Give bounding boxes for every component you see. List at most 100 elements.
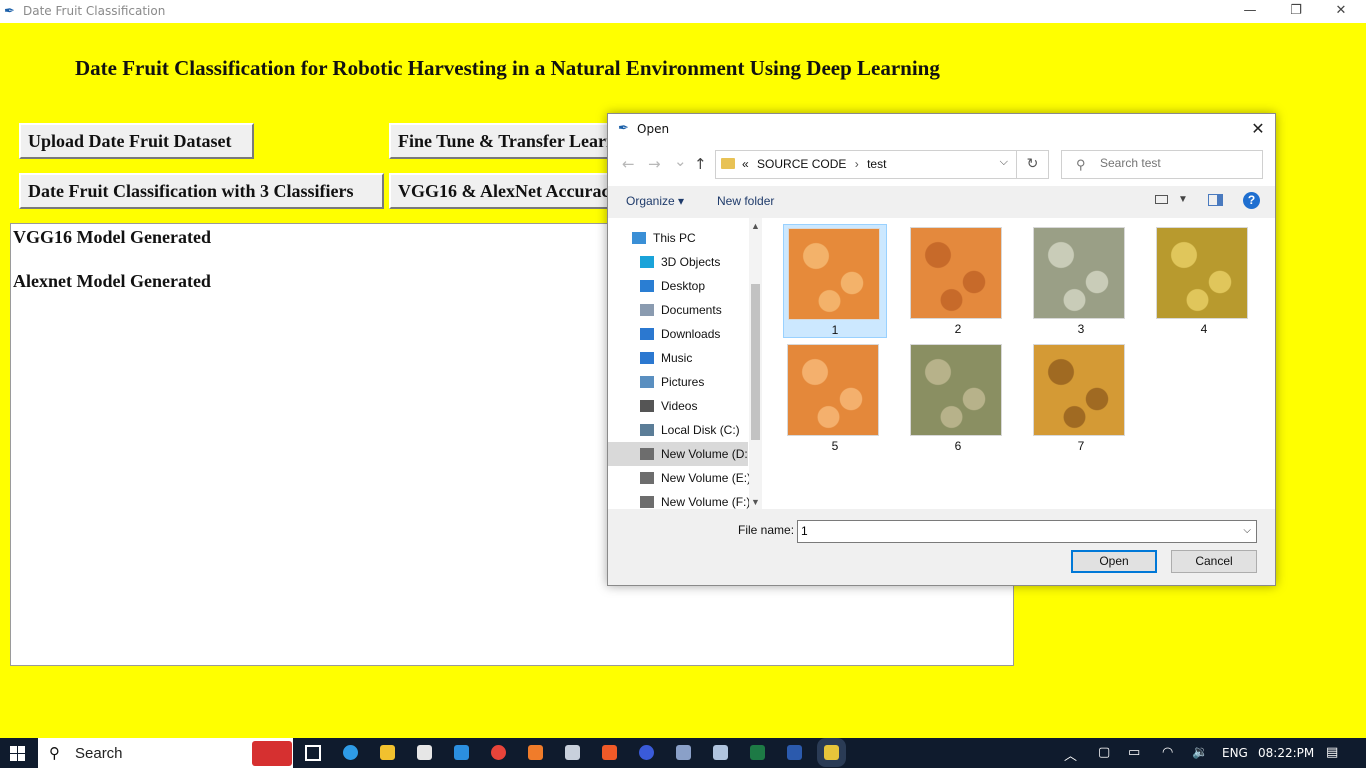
restore-button[interactable]: ❐ bbox=[1273, 0, 1319, 23]
date-fruit-image bbox=[910, 227, 1002, 319]
sidebar-item[interactable]: New Volume (F:) bbox=[608, 490, 750, 509]
chevron-down-icon[interactable]: ▼ bbox=[1178, 194, 1188, 205]
new-folder-button[interactable]: New folder bbox=[717, 194, 774, 208]
picture-icon bbox=[640, 376, 654, 388]
view-options-icon[interactable] bbox=[1155, 195, 1168, 204]
excel-icon[interactable] bbox=[750, 745, 765, 760]
navigation-pane: This PC 3D Objects Desktop Documents Downloa… bbox=[608, 218, 763, 509]
date-fruit-image bbox=[787, 344, 879, 436]
sidebar-item[interactable]: New Volume (D: bbox=[608, 442, 748, 466]
help-icon[interactable]: ? bbox=[1243, 192, 1260, 209]
sidebar-item[interactable]: Pictures bbox=[608, 370, 748, 394]
taskbar-search[interactable]: ⚲ Search bbox=[38, 738, 293, 768]
chevron-down-icon[interactable]: ⌵ bbox=[1243, 525, 1251, 536]
app-heading: Date Fruit Classification for Robotic Ha… bbox=[75, 56, 940, 80]
preview-pane-icon[interactable] bbox=[1208, 194, 1223, 206]
python-icon[interactable] bbox=[824, 745, 839, 760]
drive-icon bbox=[640, 472, 654, 484]
sidebar-item-label: Pictures bbox=[661, 375, 705, 389]
file-explorer-icon[interactable] bbox=[380, 745, 395, 760]
navigation-scrollbar[interactable]: ▲ ▼ bbox=[749, 218, 762, 509]
sidebar-item-label: 3D Objects bbox=[661, 255, 721, 269]
dialog-toolbar: Organize ▾ New folder ▼ ? bbox=[608, 186, 1275, 216]
vscode-icon[interactable] bbox=[454, 745, 469, 760]
desktop-icon bbox=[640, 280, 654, 292]
app-icon[interactable] bbox=[676, 745, 691, 760]
scroll-down-icon[interactable]: ▼ bbox=[751, 497, 760, 507]
tray-app-icon[interactable]: ▢ bbox=[1098, 745, 1110, 760]
dialog-close-button[interactable]: ✕ bbox=[1241, 114, 1275, 144]
sidebar-item-label: Desktop bbox=[661, 279, 706, 293]
date-fruit-image bbox=[1156, 227, 1248, 319]
app-icon[interactable] bbox=[565, 745, 580, 760]
sidebar-item[interactable]: Local Disk (C:) bbox=[608, 418, 748, 442]
sidebar-item[interactable]: Desktop bbox=[608, 274, 748, 298]
upload-dataset-button[interactable]: Upload Date Fruit Dataset bbox=[19, 123, 254, 159]
breadcrumb-overflow[interactable]: « bbox=[742, 157, 749, 171]
download-icon bbox=[640, 328, 654, 340]
address-bar[interactable]: « SOURCE CODE › test ⌵ bbox=[715, 150, 1017, 179]
chevron-down-icon[interactable]: ⌵ bbox=[1000, 156, 1008, 169]
notepad-icon[interactable] bbox=[713, 745, 728, 760]
chrome-icon[interactable] bbox=[491, 745, 506, 760]
scrollbar-thumb[interactable] bbox=[751, 284, 760, 440]
tray-chevron-icon[interactable]: ︿ bbox=[1064, 745, 1077, 764]
sidebar-item-label: New Volume (D: bbox=[661, 447, 748, 461]
zoom-icon[interactable] bbox=[639, 745, 654, 760]
search-input[interactable] bbox=[1100, 156, 1250, 170]
file-thumbnail[interactable]: 5 bbox=[783, 341, 887, 455]
sidebar-item[interactable]: Videos bbox=[608, 394, 748, 418]
word-icon[interactable] bbox=[787, 745, 802, 760]
disk-icon bbox=[640, 424, 654, 436]
window-title: Date Fruit Classification bbox=[23, 4, 166, 18]
file-name-label: 7 bbox=[1077, 439, 1085, 453]
file-thumbnail[interactable]: 1 bbox=[783, 224, 887, 338]
close-button[interactable]: ✕ bbox=[1318, 0, 1364, 23]
language-indicator[interactable]: ENG bbox=[1222, 746, 1248, 760]
date-fruit-image bbox=[788, 228, 880, 320]
notification-icon[interactable]: ▤ bbox=[1326, 745, 1338, 760]
breadcrumb-item[interactable]: SOURCE CODE bbox=[757, 157, 846, 171]
recent-locations-icon[interactable]: ⌄ bbox=[674, 152, 687, 170]
search-tool-icon[interactable] bbox=[528, 745, 543, 760]
breadcrumb-item[interactable]: test bbox=[867, 157, 886, 171]
organize-button[interactable]: Organize ▾ bbox=[626, 194, 684, 208]
forward-arrow-icon[interactable]: → bbox=[648, 155, 661, 173]
cancel-button[interactable]: Cancel bbox=[1171, 550, 1257, 573]
file-name-combobox[interactable]: ⌵ bbox=[797, 520, 1257, 543]
file-thumbnail[interactable]: 3 bbox=[1029, 224, 1133, 338]
search-icon: ⚲ bbox=[49, 744, 60, 762]
search-box[interactable]: ⚲ bbox=[1061, 150, 1263, 179]
sidebar-item[interactable]: Music bbox=[608, 346, 748, 370]
file-name-input[interactable] bbox=[801, 524, 1221, 538]
clock[interactable]: 08:22:PM bbox=[1258, 746, 1314, 760]
sidebar-item[interactable]: Documents bbox=[608, 298, 748, 322]
app-icon[interactable] bbox=[417, 745, 432, 760]
wifi-icon[interactable]: ◠ bbox=[1162, 745, 1173, 760]
date-fruit-image bbox=[910, 344, 1002, 436]
refresh-button[interactable]: ↻ bbox=[1017, 150, 1049, 179]
task-view-icon[interactable] bbox=[305, 745, 321, 761]
file-thumbnail[interactable]: 7 bbox=[1029, 341, 1133, 455]
edge-icon[interactable] bbox=[343, 745, 358, 760]
file-thumbnail[interactable]: 4 bbox=[1152, 224, 1256, 338]
open-button[interactable]: Open bbox=[1071, 550, 1157, 573]
minimize-button[interactable]: — bbox=[1227, 0, 1273, 23]
file-thumbnail[interactable]: 6 bbox=[906, 341, 1010, 455]
cube-icon bbox=[640, 256, 654, 268]
brave-icon[interactable] bbox=[602, 745, 617, 760]
sidebar-item[interactable]: This PC bbox=[608, 226, 748, 250]
sidebar-item[interactable]: 3D Objects bbox=[608, 250, 748, 274]
file-thumbnail[interactable]: 2 bbox=[906, 224, 1010, 338]
scroll-up-icon[interactable]: ▲ bbox=[751, 221, 760, 231]
battery-icon[interactable]: ▭ bbox=[1128, 745, 1140, 760]
up-arrow-icon[interactable]: ↑ bbox=[694, 155, 707, 173]
volume-icon[interactable]: 🔉 bbox=[1192, 745, 1208, 760]
file-name-label: 4 bbox=[1200, 322, 1208, 336]
windows-start-icon[interactable] bbox=[10, 746, 25, 761]
sidebar-item[interactable]: New Volume (E:) bbox=[608, 466, 751, 490]
drive-icon bbox=[640, 496, 654, 508]
classify-button[interactable]: Date Fruit Classification with 3 Classif… bbox=[19, 173, 384, 209]
sidebar-item[interactable]: Downloads bbox=[608, 322, 748, 346]
back-arrow-icon[interactable]: ← bbox=[622, 155, 635, 173]
